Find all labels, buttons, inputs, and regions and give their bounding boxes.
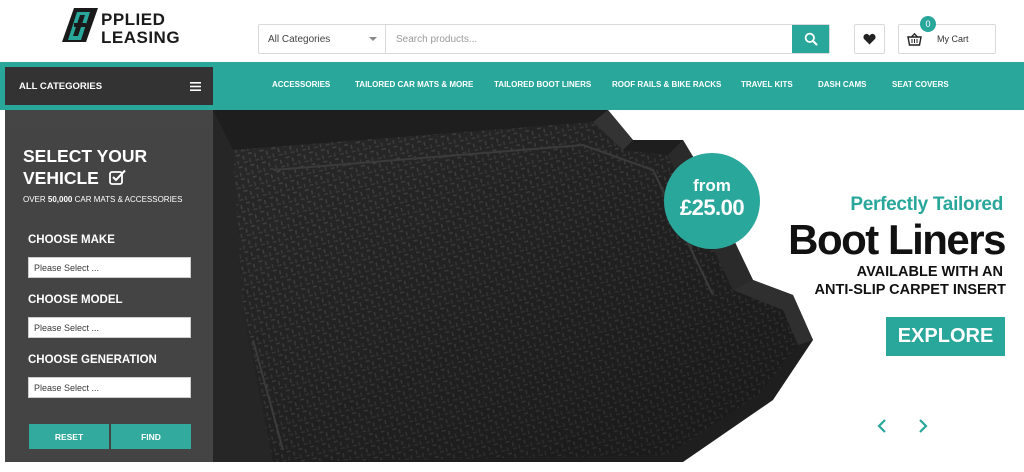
hero-title: Boot Liners	[788, 216, 1006, 263]
logo-mark-icon	[62, 8, 98, 42]
make-select[interactable]: Please Select ...	[28, 257, 191, 278]
chevron-left-icon[interactable]	[875, 418, 889, 434]
vehicle-title-line2: VEHICLE	[23, 168, 99, 188]
search-button[interactable]	[792, 25, 829, 53]
site-header: PPLIED LEASING All Categories 0 My	[0, 0, 1024, 62]
nav-item-seat-covers[interactable]: SEAT COVERS	[892, 80, 949, 89]
vehicle-subtitle-count: 50,000	[47, 195, 73, 204]
brand-logo[interactable]: PPLIED LEASING	[60, 6, 190, 47]
all-categories-toggle[interactable]: ALL CATEGORIES	[5, 67, 213, 105]
checkbox-icon	[109, 169, 126, 185]
nav-item-accessories[interactable]: ACCESSORIES	[272, 80, 330, 89]
price-value: £25.00	[679, 195, 745, 220]
search-category-select[interactable]: All Categories	[259, 25, 386, 53]
generation-select[interactable]: Please Select ...	[28, 377, 191, 398]
chevron-right-icon[interactable]	[916, 418, 930, 434]
cart-label: My Cart	[937, 34, 969, 44]
cart-count-badge: 0	[920, 16, 936, 32]
vehicle-title-line1: SELECT YOUR	[23, 146, 148, 166]
nav-item-travel-kits[interactable]: TRAVEL KITS	[741, 80, 793, 89]
vehicle-subtitle-suffix: CAR MATS & ACCESSORIES	[72, 195, 183, 204]
reset-button[interactable]: RESET	[29, 424, 109, 449]
search-category-value: All Categories	[268, 33, 331, 45]
choose-model-label: CHOOSE MODEL	[28, 294, 123, 306]
hero-banner: from £25.00 Perfectly Tailored Boot Line…	[213, 110, 1024, 462]
search-icon	[804, 32, 817, 46]
explore-button[interactable]: EXPLORE	[886, 317, 1005, 356]
basket-icon	[907, 33, 922, 46]
nav-item-dash-cams[interactable]: DASH CAMS	[818, 80, 866, 89]
vehicle-subtitle: OVER 50,000 CAR MATS & ACCESSORIES	[23, 195, 182, 204]
cart-button[interactable]: 0 My Cart	[898, 16, 996, 54]
hero-text-line2: ANTI-SLIP CARPET INSERT	[814, 282, 1006, 298]
menu-icon	[190, 82, 201, 91]
wishlist-button[interactable]	[854, 24, 885, 54]
nav-item-roof-rails[interactable]: ROOF RAILS & BIKE RACKS	[612, 80, 721, 89]
price-from-label: from	[693, 176, 731, 195]
search-input[interactable]	[386, 25, 792, 53]
heart-icon	[863, 33, 876, 45]
choose-generation-label: CHOOSE GENERATION	[28, 354, 157, 366]
nav-item-tailored-boot-liners[interactable]: TAILORED BOOT LINERS	[494, 80, 591, 89]
main-nav: ALL CATEGORIES ACCESSORIES TAILORED CAR …	[0, 62, 1024, 110]
brand-name-line2: LEASING	[101, 28, 181, 47]
brand-name-line1: PPLIED	[101, 10, 166, 29]
price-badge: from £25.00	[664, 153, 760, 249]
vehicle-selector-panel: SELECT YOUR VEHICLE OVER 50,000 CAR MATS…	[5, 110, 213, 462]
hero-text-line1: AVAILABLE WITH AN	[856, 264, 1003, 280]
nav-item-tailored-car-mats[interactable]: TAILORED CAR MATS & MORE	[355, 80, 473, 89]
all-categories-label: ALL CATEGORIES	[19, 80, 103, 92]
search-bar: All Categories	[258, 24, 830, 54]
caret-down-icon	[369, 37, 377, 41]
model-select[interactable]: Please Select ...	[28, 317, 191, 338]
choose-make-label: CHOOSE MAKE	[28, 234, 115, 246]
vehicle-subtitle-prefix: OVER	[23, 195, 48, 204]
find-button[interactable]: FIND	[111, 424, 191, 449]
hero-subtitle: Perfectly Tailored	[850, 194, 1003, 215]
